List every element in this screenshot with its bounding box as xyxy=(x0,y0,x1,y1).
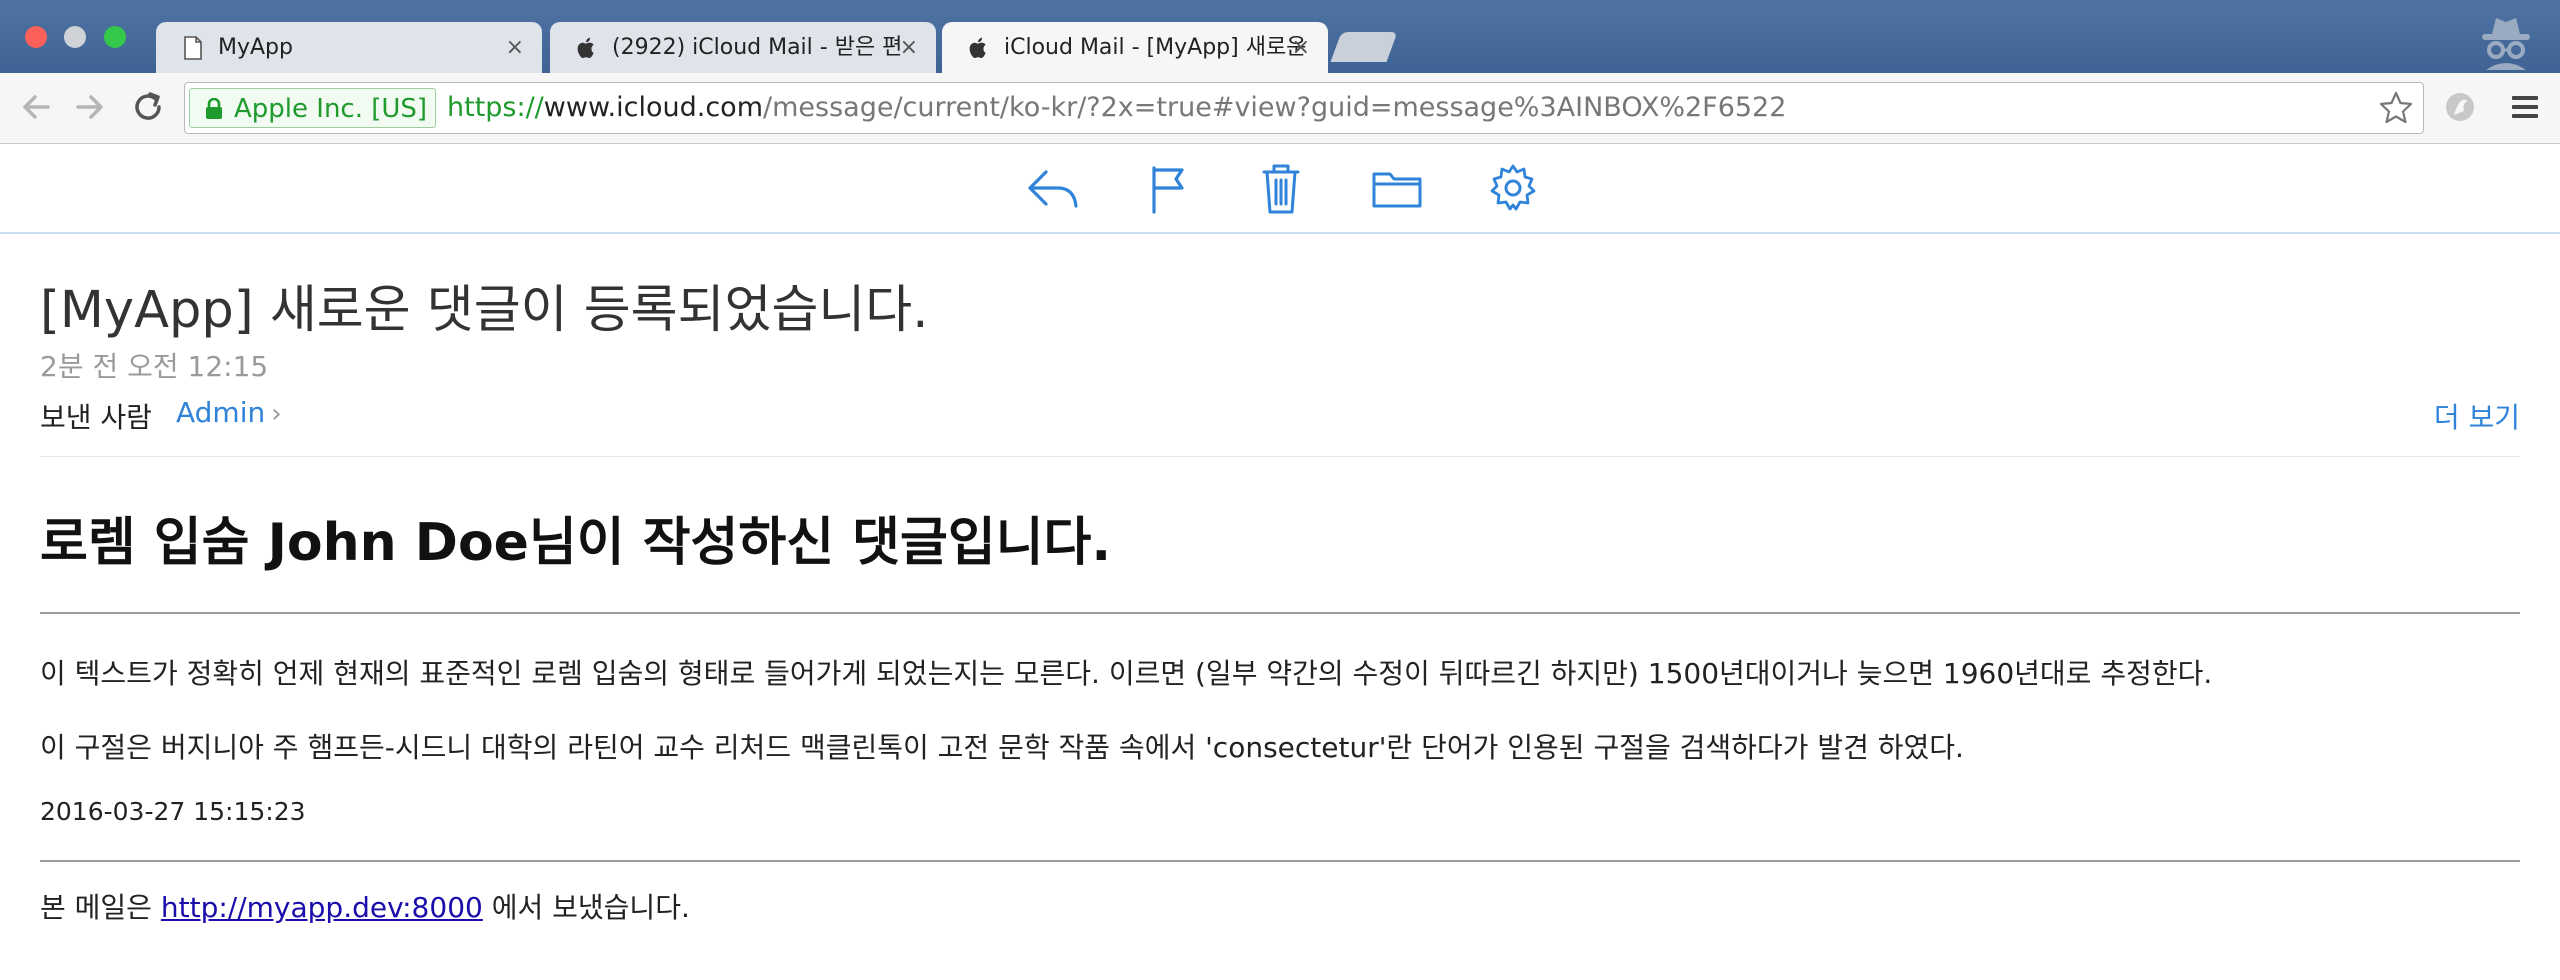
body-divider xyxy=(40,612,2520,614)
url-scheme: https:// xyxy=(447,92,544,123)
reload-icon[interactable] xyxy=(126,85,170,129)
back-arrow-icon[interactable] xyxy=(14,85,58,129)
header-divider xyxy=(40,456,2520,457)
url-host: www.icloud.com xyxy=(543,92,763,123)
comment-date: 2016-03-27 15:15:23 xyxy=(40,797,306,826)
footer-divider xyxy=(40,860,2520,862)
body-paragraph: 이 구절은 버지니아 주 햄프든-시드니 대학의 라틴어 교수 리처드 맥클린톡… xyxy=(40,731,1964,764)
browser-tab-strip: MyApp × (2922) iCloud Mail - 받은 편 × iClo… xyxy=(0,0,2560,73)
mail-action-bar xyxy=(0,144,2560,234)
more-details-link[interactable]: 더 보기 xyxy=(2434,396,2520,436)
ev-certificate-label: Apple Inc. [US] xyxy=(234,94,428,124)
footer-link[interactable]: http://myapp.dev:8000 xyxy=(161,891,483,924)
trash-icon[interactable] xyxy=(1252,160,1310,216)
chevron-right-icon: › xyxy=(271,399,282,429)
tab-title: iCloud Mail - [MyApp] 새로운 xyxy=(1004,35,1307,60)
tab-title: MyApp xyxy=(218,35,293,60)
lock-icon xyxy=(206,98,222,119)
apple-icon xyxy=(577,37,594,59)
body-heading: 로렘 입숨 John Doe님이 작성하신 댓글입니다. xyxy=(40,513,1112,573)
forward-arrow-icon[interactable] xyxy=(68,85,112,129)
sender-link[interactable]: Admin › xyxy=(176,396,282,429)
message-timestamp: 2분 전 오전 12:15 xyxy=(40,350,269,383)
tab-icloud-message[interactable]: iCloud Mail - [MyApp] 새로운 × xyxy=(942,22,1328,73)
message-footer: 본 메일은 http://myapp.dev:8000 에서 보냈습니다. xyxy=(40,886,690,926)
reply-icon[interactable] xyxy=(1024,160,1082,216)
tab-myapp[interactable]: MyApp × xyxy=(156,22,542,73)
gear-icon[interactable] xyxy=(1484,160,1542,216)
minimize-window-button[interactable] xyxy=(64,26,86,48)
url-text[interactable]: https://www.icloud.com/message/current/k… xyxy=(447,83,1786,133)
flag-icon[interactable] xyxy=(1140,160,1198,216)
close-tab-icon[interactable]: × xyxy=(1292,22,1310,73)
bookmark-star-icon[interactable] xyxy=(2377,89,2415,127)
close-window-button[interactable] xyxy=(25,26,47,48)
folder-icon[interactable] xyxy=(1368,160,1426,216)
page-icon xyxy=(184,36,202,60)
browser-toolbar: Apple Inc. [US] https://www.icloud.com/m… xyxy=(0,73,2560,144)
extension-icon[interactable] xyxy=(2440,87,2480,127)
zoom-window-button[interactable] xyxy=(104,26,126,48)
footer-suffix: 에서 보냈습니다. xyxy=(491,891,690,924)
address-bar[interactable]: Apple Inc. [US] https://www.icloud.com/m… xyxy=(184,82,2424,134)
message-subject: [MyApp] 새로운 댓글이 등록되었습니다. xyxy=(40,281,929,340)
body-paragraph: 이 텍스트가 정확히 언제 현재의 표준적인 로렘 입숨의 형태로 들어가게 되… xyxy=(40,657,2213,690)
apple-icon xyxy=(969,37,986,59)
tab-icloud-inbox[interactable]: (2922) iCloud Mail - 받은 편 × xyxy=(550,22,936,73)
close-tab-icon[interactable]: × xyxy=(900,22,918,73)
close-tab-icon[interactable]: × xyxy=(506,22,524,73)
ev-certificate-badge[interactable]: Apple Inc. [US] xyxy=(189,88,437,128)
sender-name: Admin xyxy=(176,396,266,429)
url-path: /message/current/ko-kr/?2x=true#view?gui… xyxy=(763,92,1787,123)
incognito-icon xyxy=(2482,18,2530,70)
footer-prefix: 본 메일은 xyxy=(40,891,152,924)
new-tab-button[interactable] xyxy=(1330,32,1398,62)
menu-icon[interactable] xyxy=(2508,89,2542,125)
tab-title: (2922) iCloud Mail - 받은 편 xyxy=(612,35,903,60)
from-label: 보낸 사람 xyxy=(40,401,152,434)
